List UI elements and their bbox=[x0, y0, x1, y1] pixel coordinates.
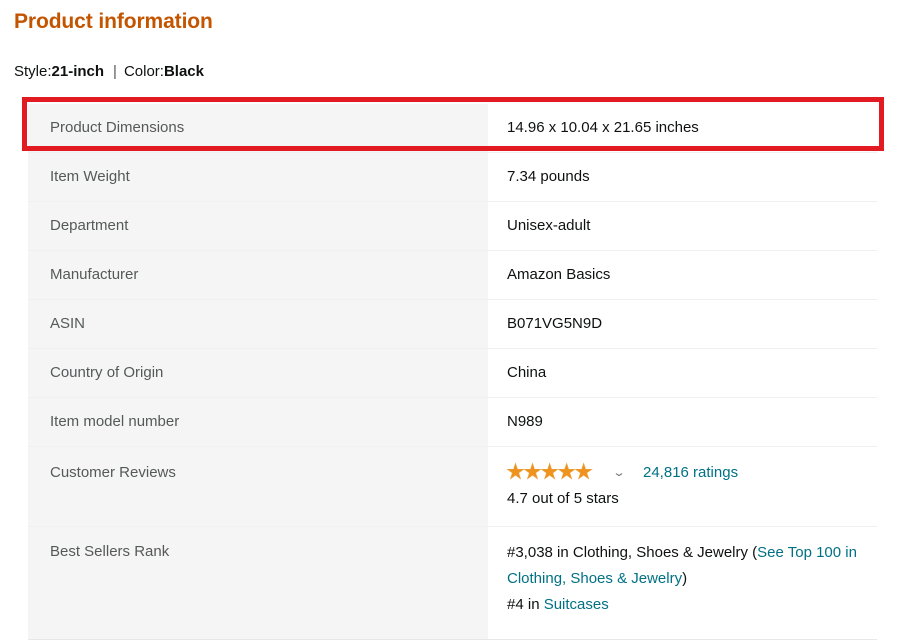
table-row-best-sellers-rank: Best Sellers Rank #3,038 in Clothing, Sh… bbox=[28, 527, 877, 640]
bsr-rank-2: #4 bbox=[507, 596, 524, 613]
row-label-asin: ASIN bbox=[28, 300, 488, 349]
bsr-category-1: in Clothing, Shoes & Jewelry ( bbox=[553, 544, 757, 561]
page-title: Product information bbox=[14, 9, 213, 35]
table-row: ASIN B071VG5N9D bbox=[28, 300, 877, 349]
table-row: Department Unisex-adult bbox=[28, 202, 877, 251]
bsr-paren-close: ) bbox=[682, 570, 687, 587]
star-rating-icon[interactable]: ★★★★★ ★★★★★ bbox=[507, 464, 601, 482]
row-label-item-weight: Item Weight bbox=[28, 153, 488, 202]
row-value-item-weight: 7.34 pounds bbox=[488, 153, 877, 202]
star-rating-filled-icon: ★★★★★ bbox=[507, 464, 592, 482]
variant-summary: Style:21-inch|Color:Black bbox=[14, 62, 204, 82]
bsr-in-text-2: in bbox=[524, 596, 544, 613]
bsr-secondary-line: #4 in Suitcases bbox=[507, 592, 865, 618]
rating-summary: ★★★★★ ★★★★★ ⌄ 24,816 ratings bbox=[507, 463, 865, 483]
row-value-manufacturer: Amazon Basics bbox=[488, 251, 877, 300]
row-label-item-model-number: Item model number bbox=[28, 398, 488, 447]
product-information-page: Product information Style:21-inch|Color:… bbox=[0, 0, 917, 619]
variant-separator: | bbox=[104, 62, 124, 82]
style-label: Style: bbox=[14, 63, 52, 80]
row-value-country-of-origin: China bbox=[488, 349, 877, 398]
style-value: 21-inch bbox=[52, 63, 105, 80]
bsr-suitcases-link[interactable]: Suitcases bbox=[544, 596, 609, 613]
table-row: Manufacturer Amazon Basics bbox=[28, 251, 877, 300]
table-row: Product Dimensions 14.96 x 10.04 x 21.65… bbox=[28, 104, 877, 153]
table-row: Country of Origin China bbox=[28, 349, 877, 398]
row-value-customer-reviews: ★★★★★ ★★★★★ ⌄ 24,816 ratings 4.7 out of … bbox=[488, 447, 877, 527]
rating-caption: 4.7 out of 5 stars bbox=[507, 489, 865, 509]
product-details-table: Product Dimensions 14.96 x 10.04 x 21.65… bbox=[28, 104, 877, 640]
table-row-customer-reviews: Customer Reviews ★★★★★ ★★★★★ ⌄ 24,816 ra… bbox=[28, 447, 877, 527]
row-value-asin: B071VG5N9D bbox=[488, 300, 877, 349]
table-row: Item model number N989 bbox=[28, 398, 877, 447]
row-value-product-dimensions: 14.96 x 10.04 x 21.65 inches bbox=[488, 104, 877, 153]
row-label-customer-reviews: Customer Reviews bbox=[28, 447, 488, 527]
product-details-body: Product Dimensions 14.96 x 10.04 x 21.65… bbox=[28, 104, 877, 640]
ratings-count-link[interactable]: 24,816 ratings bbox=[643, 463, 738, 483]
row-label-manufacturer: Manufacturer bbox=[28, 251, 488, 300]
row-label-country-of-origin: Country of Origin bbox=[28, 349, 488, 398]
color-label: Color: bbox=[124, 63, 164, 80]
row-label-product-dimensions: Product Dimensions bbox=[28, 104, 488, 153]
chevron-down-icon[interactable]: ⌄ bbox=[607, 464, 631, 482]
row-value-best-sellers-rank: #3,038 in Clothing, Shoes & Jewelry (See… bbox=[488, 527, 877, 640]
row-value-department: Unisex-adult bbox=[488, 202, 877, 251]
color-value: Black bbox=[164, 63, 204, 80]
bsr-rank-1: #3,038 bbox=[507, 544, 553, 561]
row-label-best-sellers-rank: Best Sellers Rank bbox=[28, 527, 488, 640]
row-label-department: Department bbox=[28, 202, 488, 251]
table-row: Item Weight 7.34 pounds bbox=[28, 153, 877, 202]
bsr-primary-line: #3,038 in Clothing, Shoes & Jewelry (See… bbox=[507, 540, 865, 592]
row-value-item-model-number: N989 bbox=[488, 398, 877, 447]
